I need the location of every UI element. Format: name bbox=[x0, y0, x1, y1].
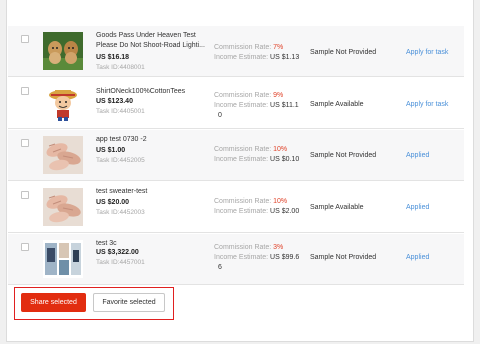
product-thumbnail[interactable] bbox=[43, 84, 83, 122]
sample-status: Sample Not Provided bbox=[310, 49, 377, 56]
task-id: Task ID:4408001 bbox=[96, 64, 145, 71]
product-thumbnail[interactable] bbox=[43, 240, 83, 278]
product-name[interactable]: ShirtONeck100%CottonTees bbox=[96, 87, 208, 97]
commission-value: 10% bbox=[273, 146, 288, 153]
commission-rate: Commission Rate: 9% bbox=[214, 92, 283, 99]
income-label: Income Estimate: bbox=[214, 208, 271, 215]
task-id: Task ID:4457001 bbox=[96, 259, 145, 266]
commission-value: 3% bbox=[273, 244, 284, 251]
income-label: Income Estimate: bbox=[214, 254, 271, 261]
applied-status: Applied bbox=[406, 254, 430, 261]
commission-label: Commission Rate: bbox=[214, 92, 274, 99]
commission-rate: Commission Rate: 7% bbox=[214, 44, 283, 51]
row-checkbox[interactable] bbox=[21, 191, 29, 199]
product-name[interactable]: test sweater-test bbox=[96, 187, 208, 197]
table-row: test 3c US $3,322.00 Task ID:4457001 Com… bbox=[8, 234, 464, 285]
product-name[interactable]: app test 0730 -2 bbox=[96, 135, 208, 145]
table-row: Goods Pass Under Heaven Test Please Do N… bbox=[8, 26, 464, 77]
commission-rate: Commission Rate: 10% bbox=[214, 146, 287, 153]
income-label: Income Estimate: bbox=[214, 54, 271, 61]
income-label: Income Estimate: bbox=[214, 102, 271, 109]
cartoon-pirate-icon bbox=[43, 84, 83, 122]
product-name[interactable]: Goods Pass Under Heaven Test Please Do N… bbox=[96, 31, 208, 51]
row-checkbox[interactable] bbox=[21, 87, 29, 95]
table-row: ShirtONeck100%CottonTees US $123.40 Task… bbox=[8, 78, 464, 129]
applied-status: Applied bbox=[406, 204, 430, 211]
income-estimate: Income Estimate: US $11.1 bbox=[214, 102, 299, 109]
hands-photo-icon bbox=[43, 188, 83, 226]
income-value: US $1.13 bbox=[270, 54, 300, 61]
income-label: Income Estimate: bbox=[214, 156, 271, 163]
commission-rate: Commission Rate: 3% bbox=[214, 244, 283, 251]
product-thumbnail[interactable] bbox=[43, 188, 83, 226]
product-name[interactable]: test 3c bbox=[96, 239, 208, 249]
product-price: US $16.18 bbox=[96, 54, 130, 61]
product-price: US $3,322.00 bbox=[96, 249, 139, 256]
income-value-continued: 0 bbox=[218, 112, 222, 119]
income-value: US $11.1 bbox=[270, 102, 299, 109]
row-checkbox[interactable] bbox=[21, 35, 29, 43]
commission-value: 7% bbox=[273, 44, 284, 51]
product-price: US $1.00 bbox=[96, 147, 126, 154]
task-id: Task ID:4452005 bbox=[96, 157, 145, 164]
task-id: Task ID:4452003 bbox=[96, 209, 145, 216]
commission-label: Commission Rate: bbox=[214, 244, 274, 251]
commission-label: Commission Rate: bbox=[214, 44, 274, 51]
product-price: US $123.40 bbox=[96, 98, 133, 105]
commission-label: Commission Rate: bbox=[214, 146, 274, 153]
product-price: US $20.00 bbox=[96, 199, 130, 206]
income-estimate: Income Estimate: US $0.10 bbox=[214, 156, 299, 163]
income-estimate: Income Estimate: US $99.6 bbox=[214, 254, 299, 261]
table-row: test sweater-test US $20.00 Task ID:4452… bbox=[8, 182, 464, 233]
sample-status: Sample Available bbox=[310, 101, 364, 108]
fashion-collage-icon bbox=[43, 240, 83, 278]
sample-status: Sample Not Provided bbox=[310, 254, 377, 261]
income-estimate: Income Estimate: US $2.00 bbox=[214, 208, 299, 215]
income-value: US $0.10 bbox=[270, 156, 300, 163]
favorite-selected-button[interactable]: Favorite selected bbox=[93, 293, 165, 312]
apply-task-link[interactable]: Apply for task bbox=[406, 49, 448, 56]
income-value-continued: 6 bbox=[218, 264, 222, 271]
product-thumbnail[interactable] bbox=[43, 136, 83, 174]
income-value: US $99.6 bbox=[270, 254, 300, 261]
income-estimate: Income Estimate: US $1.13 bbox=[214, 54, 299, 61]
table-row: app test 0730 -2 US $1.00 Task ID:445200… bbox=[8, 130, 464, 181]
row-checkbox[interactable] bbox=[21, 243, 29, 251]
commission-rate: Commission Rate: 10% bbox=[214, 198, 287, 205]
applied-status: Applied bbox=[406, 152, 430, 159]
sample-status: Sample Available bbox=[310, 204, 364, 211]
commission-value: 9% bbox=[273, 92, 284, 99]
income-value: US $2.00 bbox=[270, 208, 300, 215]
product-thumbnail[interactable] bbox=[43, 32, 83, 70]
commission-value: 10% bbox=[273, 198, 288, 205]
row-checkbox[interactable] bbox=[21, 139, 29, 147]
dogs-photo-icon bbox=[43, 32, 83, 70]
share-selected-button[interactable]: Share selected bbox=[21, 293, 86, 312]
hands-photo-icon bbox=[43, 136, 83, 174]
sample-status: Sample Not Provided bbox=[310, 152, 377, 159]
commission-label: Commission Rate: bbox=[214, 198, 274, 205]
task-id: Task ID:4405001 bbox=[96, 108, 145, 115]
apply-task-link[interactable]: Apply for task bbox=[406, 101, 448, 108]
